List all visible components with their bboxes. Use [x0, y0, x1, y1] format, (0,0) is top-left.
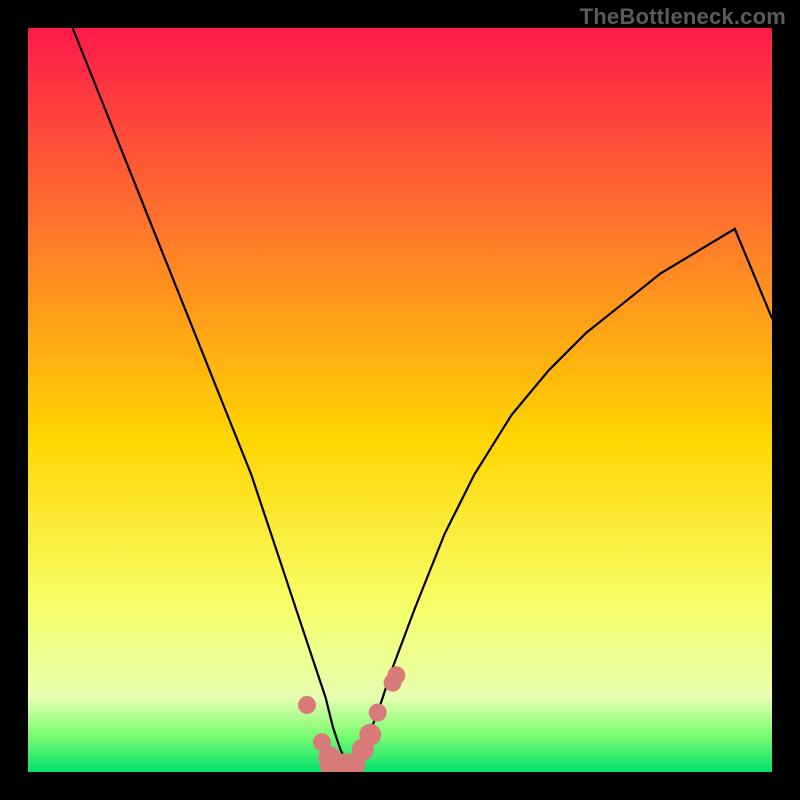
marker-dot: [298, 696, 316, 714]
marker-dot: [359, 724, 381, 746]
chart-svg: [28, 28, 772, 772]
marker-dot: [369, 704, 387, 722]
gradient-background: [28, 28, 772, 772]
marker-dot: [387, 666, 405, 684]
plot-area: [28, 28, 772, 772]
watermark-text: TheBottleneck.com: [580, 4, 786, 30]
chart-frame: TheBottleneck.com: [0, 0, 800, 800]
